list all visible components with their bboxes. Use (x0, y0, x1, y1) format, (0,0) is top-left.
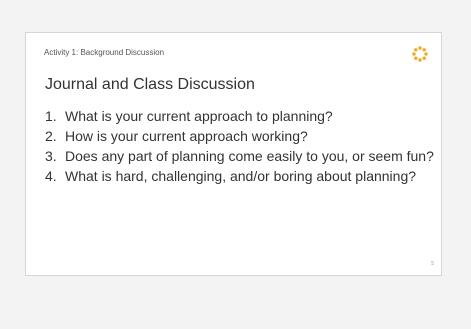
question-text: How is your current approach working? (65, 128, 308, 144)
slide: Activity 1: Background Discussion Journa… (25, 32, 442, 276)
question-item: 3. Does any part of planning come easily… (45, 147, 435, 165)
activity-label: Activity 1: Background Discussion (44, 48, 165, 57)
question-text: What is your current approach to plannin… (65, 108, 333, 124)
page-number: 5 (431, 261, 434, 267)
question-item: 4. What is hard, challenging, and/or bor… (45, 167, 435, 185)
question-number: 2. (45, 128, 57, 144)
question-number: 1. (45, 108, 57, 124)
question-number: 3. (45, 148, 57, 164)
question-item: 2. How is your current approach working? (45, 127, 435, 145)
question-text: What is hard, challenging, and/or boring… (65, 168, 417, 184)
slide-title: Journal and Class Discussion (45, 76, 255, 93)
dotted-circle-logo-icon (412, 46, 428, 62)
question-number: 4. (45, 168, 57, 184)
question-text: Does any part of planning come easily to… (65, 148, 434, 164)
question-list: 1. What is your current approach to plan… (45, 107, 435, 187)
question-item: 1. What is your current approach to plan… (45, 107, 435, 125)
